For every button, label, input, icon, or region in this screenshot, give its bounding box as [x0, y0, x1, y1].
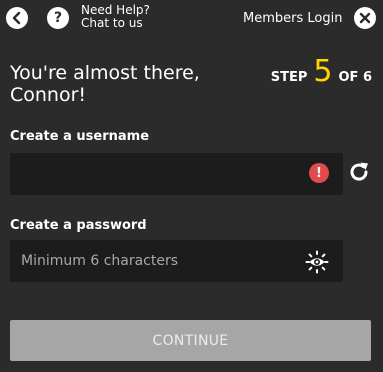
back-arrow-icon: [12, 11, 21, 25]
refresh-icon[interactable]: [347, 160, 371, 188]
members-login-link[interactable]: Members Login: [243, 11, 342, 26]
help-button[interactable]: ?: [47, 7, 69, 29]
step-indicator: STEP 5 OF 6: [271, 54, 372, 89]
help-line-2: Chat to us: [81, 16, 143, 30]
question-icon: ?: [53, 10, 63, 26]
help-chat-link[interactable]: Need Help? Chat to us: [81, 4, 150, 30]
step-current: 5: [313, 54, 333, 89]
heading-line-1: You're almost there,: [10, 62, 200, 84]
step-prefix: STEP: [270, 70, 308, 85]
password-label: Create a password: [10, 218, 147, 233]
password-field-container: [10, 240, 343, 282]
heading-line-2: Connor!: [10, 84, 87, 106]
eye-icon[interactable]: [305, 250, 329, 278]
close-button[interactable]: [354, 7, 376, 29]
username-input[interactable]: [11, 154, 281, 194]
close-icon: [359, 12, 371, 24]
username-label: Create a username: [10, 129, 150, 144]
page-heading: You're almost there, Connor!: [10, 62, 250, 106]
back-button[interactable]: [6, 7, 28, 29]
step-suffix: OF 6: [338, 70, 372, 85]
continue-button[interactable]: CONTINUE: [10, 320, 371, 361]
error-icon: !: [309, 163, 329, 183]
username-field-container: [10, 153, 343, 195]
password-input[interactable]: [11, 241, 281, 281]
